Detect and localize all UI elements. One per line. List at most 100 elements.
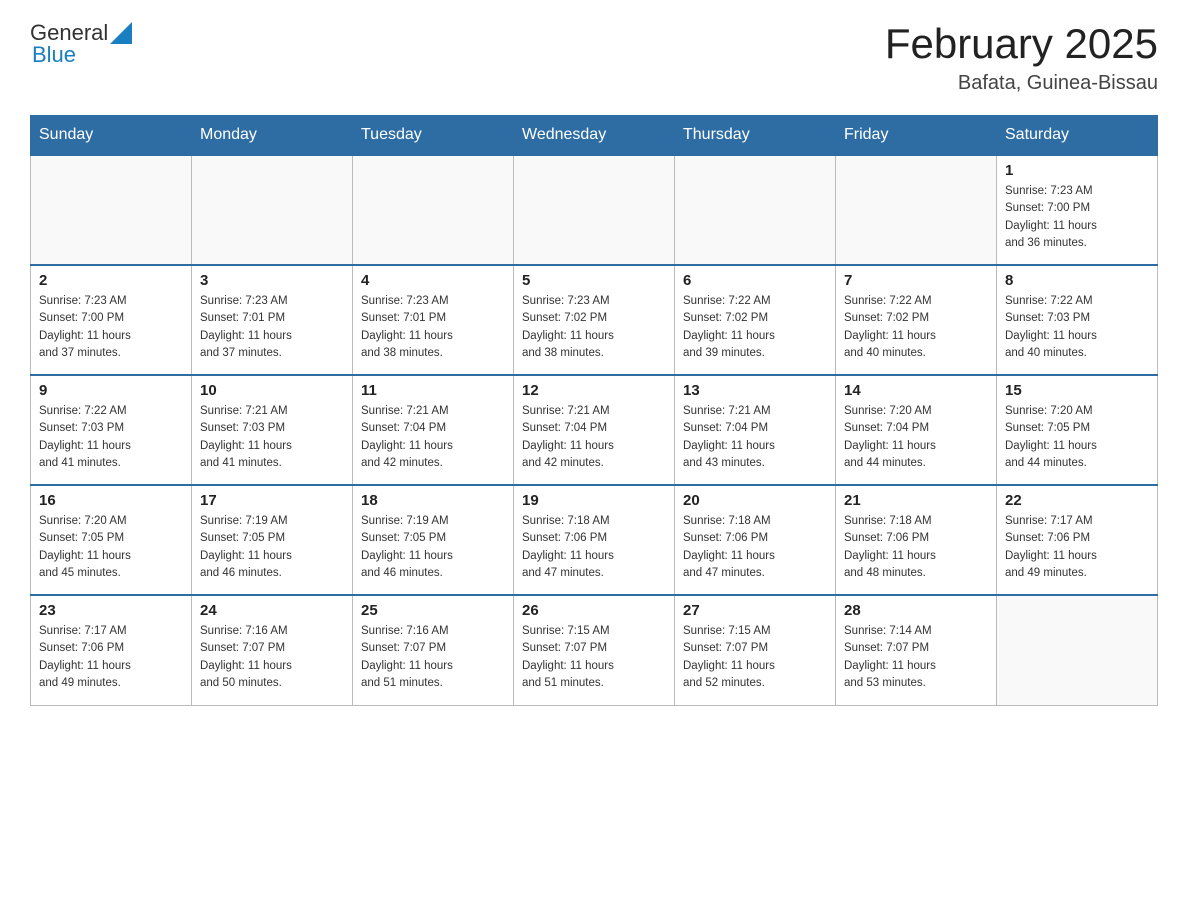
calendar-week-row: 9 Sunrise: 7:22 AM Sunset: 7:03 PM Daylig… xyxy=(31,375,1158,485)
calendar-cell: 28Sunrise: 7:14 AM Sunset: 7:07 PM Dayli… xyxy=(836,595,997,705)
calendar-cell: 19 Sunrise: 7:18 AM Sunset: 7:06 PM Dayli… xyxy=(514,485,675,595)
calendar-cell: 16 Sunrise: 7:20 AM Sunset: 7:05 PM Dayli… xyxy=(31,485,192,595)
weekday-header: Saturday xyxy=(997,116,1158,156)
day-info: Sunrise: 7:23 AM Sunset: 7:01 PM Dayligh… xyxy=(200,293,344,362)
calendar-cell: 20 Sunrise: 7:18 AM Sunset: 7:06 PM Dayli… xyxy=(675,485,836,595)
day-info: Sunrise: 7:21 AM Sunset: 7:04 PM Dayligh… xyxy=(683,403,827,472)
day-number: 11 xyxy=(361,382,505,399)
day-info: Sunrise: 7:22 AM Sunset: 7:02 PM Dayligh… xyxy=(683,293,827,362)
calendar-cell: 4 Sunrise: 7:23 AM Sunset: 7:01 PM Daylig… xyxy=(353,265,514,375)
day-info: Sunrise: 7:23 AM Sunset: 7:01 PM Dayligh… xyxy=(361,293,505,362)
day-info: Sunrise: 7:17 AM Sunset: 7:06 PM Dayligh… xyxy=(1005,513,1149,582)
calendar-cell xyxy=(514,155,675,265)
calendar-cell: 1 Sunrise: 7:23 AM Sunset: 7:00 PM Daylig… xyxy=(997,155,1158,265)
day-number: 16 xyxy=(39,492,183,509)
calendar-cell: 7 Sunrise: 7:22 AM Sunset: 7:02 PM Daylig… xyxy=(836,265,997,375)
weekday-header: Monday xyxy=(192,116,353,156)
calendar-cell: 9 Sunrise: 7:22 AM Sunset: 7:03 PM Daylig… xyxy=(31,375,192,485)
day-number: 23 xyxy=(39,602,183,619)
day-number: 13 xyxy=(683,382,827,399)
day-info: Sunrise: 7:19 AM Sunset: 7:05 PM Dayligh… xyxy=(361,513,505,582)
weekday-header: Wednesday xyxy=(514,116,675,156)
day-number: 12 xyxy=(522,382,666,399)
day-number: 24 xyxy=(200,602,344,619)
location-title: Bafata, Guinea-Bissau xyxy=(885,72,1158,95)
page-header: General Blue February 2025 Bafata, Guine… xyxy=(30,20,1158,95)
calendar-cell: 13 Sunrise: 7:21 AM Sunset: 7:04 PM Dayli… xyxy=(675,375,836,485)
calendar-cell xyxy=(192,155,353,265)
calendar-cell: 22Sunrise: 7:17 AM Sunset: 7:06 PM Dayli… xyxy=(997,485,1158,595)
calendar-cell xyxy=(836,155,997,265)
day-info: Sunrise: 7:17 AM Sunset: 7:06 PM Dayligh… xyxy=(39,623,183,692)
day-info: Sunrise: 7:23 AM Sunset: 7:02 PM Dayligh… xyxy=(522,293,666,362)
weekday-header-row: SundayMondayTuesdayWednesdayThursdayFrid… xyxy=(31,116,1158,156)
day-info: Sunrise: 7:23 AM Sunset: 7:00 PM Dayligh… xyxy=(1005,183,1149,252)
day-number: 25 xyxy=(361,602,505,619)
day-info: Sunrise: 7:19 AM Sunset: 7:05 PM Dayligh… xyxy=(200,513,344,582)
calendar-cell: 15 Sunrise: 7:20 AM Sunset: 7:05 PM Dayli… xyxy=(997,375,1158,485)
day-info: Sunrise: 7:16 AM Sunset: 7:07 PM Dayligh… xyxy=(200,623,344,692)
day-number: 6 xyxy=(683,272,827,289)
logo-blue-text: Blue xyxy=(32,42,76,68)
day-info: Sunrise: 7:18 AM Sunset: 7:06 PM Dayligh… xyxy=(844,513,988,582)
day-number: 15 xyxy=(1005,382,1149,399)
calendar-cell xyxy=(31,155,192,265)
day-info: Sunrise: 7:22 AM Sunset: 7:03 PM Dayligh… xyxy=(1005,293,1149,362)
day-info: Sunrise: 7:21 AM Sunset: 7:04 PM Dayligh… xyxy=(522,403,666,472)
day-info: Sunrise: 7:16 AM Sunset: 7:07 PM Dayligh… xyxy=(361,623,505,692)
day-info: Sunrise: 7:20 AM Sunset: 7:05 PM Dayligh… xyxy=(1005,403,1149,472)
day-info: Sunrise: 7:20 AM Sunset: 7:04 PM Dayligh… xyxy=(844,403,988,472)
calendar-cell: 24 Sunrise: 7:16 AM Sunset: 7:07 PM Dayli… xyxy=(192,595,353,705)
day-info: Sunrise: 7:21 AM Sunset: 7:03 PM Dayligh… xyxy=(200,403,344,472)
day-info: Sunrise: 7:22 AM Sunset: 7:03 PM Dayligh… xyxy=(39,403,183,472)
calendar-cell: 5Sunrise: 7:23 AM Sunset: 7:02 PM Daylig… xyxy=(514,265,675,375)
day-number: 2 xyxy=(39,272,183,289)
calendar-cell: 23 Sunrise: 7:17 AM Sunset: 7:06 PM Dayli… xyxy=(31,595,192,705)
calendar-cell: 6 Sunrise: 7:22 AM Sunset: 7:02 PM Daylig… xyxy=(675,265,836,375)
weekday-header: Thursday xyxy=(675,116,836,156)
calendar-week-row: 2 Sunrise: 7:23 AM Sunset: 7:00 PM Daylig… xyxy=(31,265,1158,375)
weekday-header: Tuesday xyxy=(353,116,514,156)
calendar-cell: 11 Sunrise: 7:21 AM Sunset: 7:04 PM Dayli… xyxy=(353,375,514,485)
calendar-cell: 26 Sunrise: 7:15 AM Sunset: 7:07 PM Dayli… xyxy=(514,595,675,705)
calendar-cell: 10 Sunrise: 7:21 AM Sunset: 7:03 PM Dayli… xyxy=(192,375,353,485)
calendar-cell: 14 Sunrise: 7:20 AM Sunset: 7:04 PM Dayli… xyxy=(836,375,997,485)
day-number: 7 xyxy=(844,272,988,289)
month-title: February 2025 xyxy=(885,20,1158,68)
calendar-table: SundayMondayTuesdayWednesdayThursdayFrid… xyxy=(30,115,1158,706)
calendar-cell: 3 Sunrise: 7:23 AM Sunset: 7:01 PM Daylig… xyxy=(192,265,353,375)
day-number: 27 xyxy=(683,602,827,619)
title-block: February 2025 Bafata, Guinea-Bissau xyxy=(885,20,1158,95)
day-info: Sunrise: 7:15 AM Sunset: 7:07 PM Dayligh… xyxy=(522,623,666,692)
day-number: 3 xyxy=(200,272,344,289)
day-number: 19 xyxy=(522,492,666,509)
day-info: Sunrise: 7:22 AM Sunset: 7:02 PM Dayligh… xyxy=(844,293,988,362)
day-number: 26 xyxy=(522,602,666,619)
day-info: Sunrise: 7:20 AM Sunset: 7:05 PM Dayligh… xyxy=(39,513,183,582)
calendar-week-row: 1 Sunrise: 7:23 AM Sunset: 7:00 PM Daylig… xyxy=(31,155,1158,265)
day-number: 10 xyxy=(200,382,344,399)
day-number: 9 xyxy=(39,382,183,399)
day-number: 21 xyxy=(844,492,988,509)
day-number: 17 xyxy=(200,492,344,509)
calendar-cell: 2 Sunrise: 7:23 AM Sunset: 7:00 PM Daylig… xyxy=(31,265,192,375)
day-info: Sunrise: 7:18 AM Sunset: 7:06 PM Dayligh… xyxy=(683,513,827,582)
calendar-cell: 25 Sunrise: 7:16 AM Sunset: 7:07 PM Dayli… xyxy=(353,595,514,705)
weekday-header: Sunday xyxy=(31,116,192,156)
calendar-cell: 27 Sunrise: 7:15 AM Sunset: 7:07 PM Dayli… xyxy=(675,595,836,705)
calendar-cell: 21 Sunrise: 7:18 AM Sunset: 7:06 PM Dayli… xyxy=(836,485,997,595)
day-info: Sunrise: 7:21 AM Sunset: 7:04 PM Dayligh… xyxy=(361,403,505,472)
calendar-cell: 12 Sunrise: 7:21 AM Sunset: 7:04 PM Dayli… xyxy=(514,375,675,485)
day-info: Sunrise: 7:14 AM Sunset: 7:07 PM Dayligh… xyxy=(844,623,988,692)
calendar-cell: 18Sunrise: 7:19 AM Sunset: 7:05 PM Dayli… xyxy=(353,485,514,595)
day-number: 20 xyxy=(683,492,827,509)
day-number: 1 xyxy=(1005,162,1149,179)
logo-triangle-icon xyxy=(110,22,132,44)
day-number: 4 xyxy=(361,272,505,289)
day-info: Sunrise: 7:15 AM Sunset: 7:07 PM Dayligh… xyxy=(683,623,827,692)
day-info: Sunrise: 7:18 AM Sunset: 7:06 PM Dayligh… xyxy=(522,513,666,582)
calendar-cell: 17 Sunrise: 7:19 AM Sunset: 7:05 PM Dayli… xyxy=(192,485,353,595)
day-number: 14 xyxy=(844,382,988,399)
calendar-week-row: 16 Sunrise: 7:20 AM Sunset: 7:05 PM Dayli… xyxy=(31,485,1158,595)
day-info: Sunrise: 7:23 AM Sunset: 7:00 PM Dayligh… xyxy=(39,293,183,362)
